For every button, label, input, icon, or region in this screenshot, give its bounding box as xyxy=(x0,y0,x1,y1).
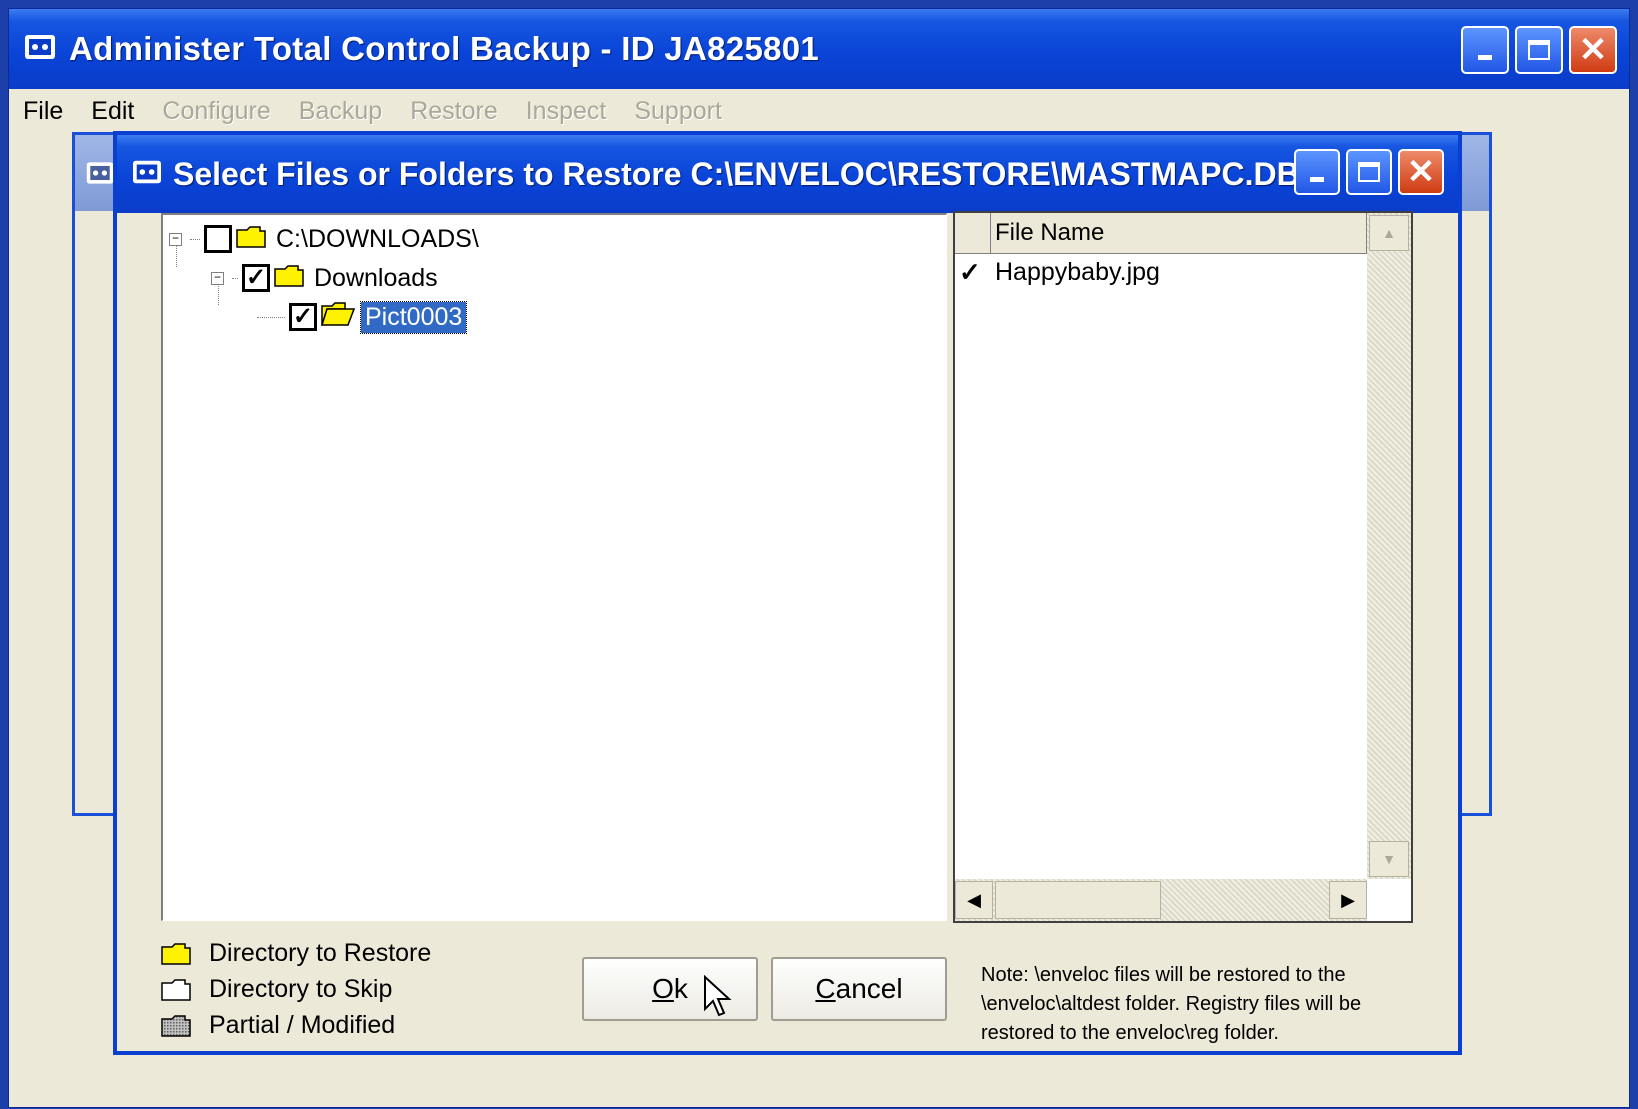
file-list[interactable]: File Name ✓ Happybaby.jpg ▲ ▼ ◀ ▶ xyxy=(953,211,1413,923)
cancel-button[interactable]: Cancel xyxy=(771,957,947,1021)
menu-edit[interactable]: Edit xyxy=(77,97,148,126)
legend-label: Partial / Modified xyxy=(209,1010,396,1039)
arrow-down-icon: ▼ xyxy=(1382,851,1396,867)
folder-icon xyxy=(274,263,304,294)
maximize-button[interactable] xyxy=(1515,26,1563,74)
menu-restore[interactable]: Restore xyxy=(396,97,512,126)
dialog-close-button[interactable]: ✕ xyxy=(1398,149,1444,195)
legend-label: Directory to Skip xyxy=(209,974,393,1003)
arrow-up-icon: ▲ xyxy=(1382,225,1396,241)
legend-skip: Directory to Skip xyxy=(161,971,431,1007)
tree-connector xyxy=(232,277,238,279)
menu-file[interactable]: File xyxy=(9,97,77,126)
tree-checkbox[interactable]: ✓ xyxy=(289,303,317,331)
minimize-button[interactable] xyxy=(1461,26,1509,74)
dialog-titlebar[interactable]: Select Files or Folders to Restore C:\EN… xyxy=(117,135,1458,213)
legend-partial: Partial / Modified xyxy=(161,1007,431,1043)
mouse-pointer-icon xyxy=(704,975,732,1017)
legend-label: Directory to Restore xyxy=(209,938,432,967)
menubar: File Edit Configure Backup Restore Inspe… xyxy=(9,89,1629,133)
maximize-icon xyxy=(1528,40,1550,60)
menu-configure[interactable]: Configure xyxy=(148,97,284,126)
minimize-icon xyxy=(1478,54,1492,60)
legend: Directory to Restore Directory to Skip P… xyxy=(161,935,431,1043)
collapse-icon[interactable]: − xyxy=(211,271,224,285)
cancel-mnemonic: C xyxy=(815,973,836,1004)
file-row[interactable]: ✓ Happybaby.jpg xyxy=(959,257,1160,288)
tree-label: Pict0003 xyxy=(359,300,468,334)
restore-note: Note: \enveloc files will be restored to… xyxy=(981,964,1362,1044)
arrow-left-icon: ◀ xyxy=(967,889,981,910)
main-window-title: Administer Total Control Backup - ID JA8… xyxy=(69,30,820,67)
folder-icon xyxy=(161,943,191,965)
dialog-minimize-button[interactable] xyxy=(1294,149,1340,195)
minimize-icon xyxy=(1310,176,1324,182)
scroll-left-button[interactable]: ◀ xyxy=(955,881,993,919)
legend-restore: Directory to Restore xyxy=(161,935,431,971)
partial-folder-icon xyxy=(161,1015,191,1037)
folder-tree[interactable]: − C:\DOWNLOADS\ − ✓ Downloads ✓ Pict0003 xyxy=(161,213,947,921)
horizontal-scroll-thumb[interactable] xyxy=(995,881,1161,919)
close-icon: ✕ xyxy=(1406,153,1436,191)
ok-mnemonic: O xyxy=(652,973,674,1004)
dialog-maximize-button[interactable] xyxy=(1346,149,1392,195)
close-button[interactable]: ✕ xyxy=(1569,26,1617,74)
vertical-scrollbar[interactable]: ▲ ▼ xyxy=(1367,213,1411,879)
tree-connector xyxy=(257,316,285,318)
maximize-icon xyxy=(1358,162,1380,182)
app-logo-icon xyxy=(85,159,115,192)
app-logo-icon xyxy=(23,32,57,67)
tree-checkbox[interactable]: ✓ xyxy=(242,264,270,292)
checkmark-icon[interactable]: ✓ xyxy=(959,257,995,288)
file-list-header: File Name xyxy=(955,213,1367,254)
cancel-label: ancel xyxy=(835,973,903,1004)
tree-label: C:\DOWNLOADS\ xyxy=(276,224,479,253)
collapse-icon[interactable]: − xyxy=(169,232,182,246)
tree-checkbox[interactable] xyxy=(204,225,232,253)
tree-node-downloads[interactable]: − ✓ Downloads xyxy=(211,260,442,296)
main-titlebar[interactable]: Administer Total Control Backup - ID JA8… xyxy=(9,9,1629,89)
tree-node-pict0003[interactable]: ✓ Pict0003 xyxy=(257,299,468,335)
arrow-right-icon: ▶ xyxy=(1341,889,1355,910)
ok-label: k xyxy=(673,973,688,1004)
scroll-right-button[interactable]: ▶ xyxy=(1329,881,1367,919)
file-name: Happybaby.jpg xyxy=(995,258,1160,286)
tree-label: Downloads xyxy=(314,263,438,292)
horizontal-scrollbar[interactable]: ◀ ▶ xyxy=(955,879,1367,921)
open-folder-icon xyxy=(320,301,356,333)
dialog-title: Select Files or Folders to Restore C:\EN… xyxy=(173,155,1320,192)
scrollbar-corner xyxy=(1367,879,1411,921)
scroll-up-button[interactable]: ▲ xyxy=(1369,215,1409,251)
header-file-name[interactable]: File Name xyxy=(991,213,1367,253)
empty-folder-icon xyxy=(161,979,191,1001)
tree-node-root[interactable]: − C:\DOWNLOADS\ xyxy=(169,221,483,257)
menu-backup[interactable]: Backup xyxy=(285,97,396,126)
scroll-down-button[interactable]: ▼ xyxy=(1369,841,1409,877)
folder-icon xyxy=(236,224,266,255)
restore-dialog: Select Files or Folders to Restore C:\EN… xyxy=(113,131,1462,1055)
menu-support[interactable]: Support xyxy=(620,97,736,126)
app-logo-icon xyxy=(131,158,163,191)
menu-inspect[interactable]: Inspect xyxy=(512,97,621,126)
tree-connector xyxy=(190,238,200,240)
header-check-column[interactable] xyxy=(955,213,991,253)
close-icon: ✕ xyxy=(1578,31,1608,69)
